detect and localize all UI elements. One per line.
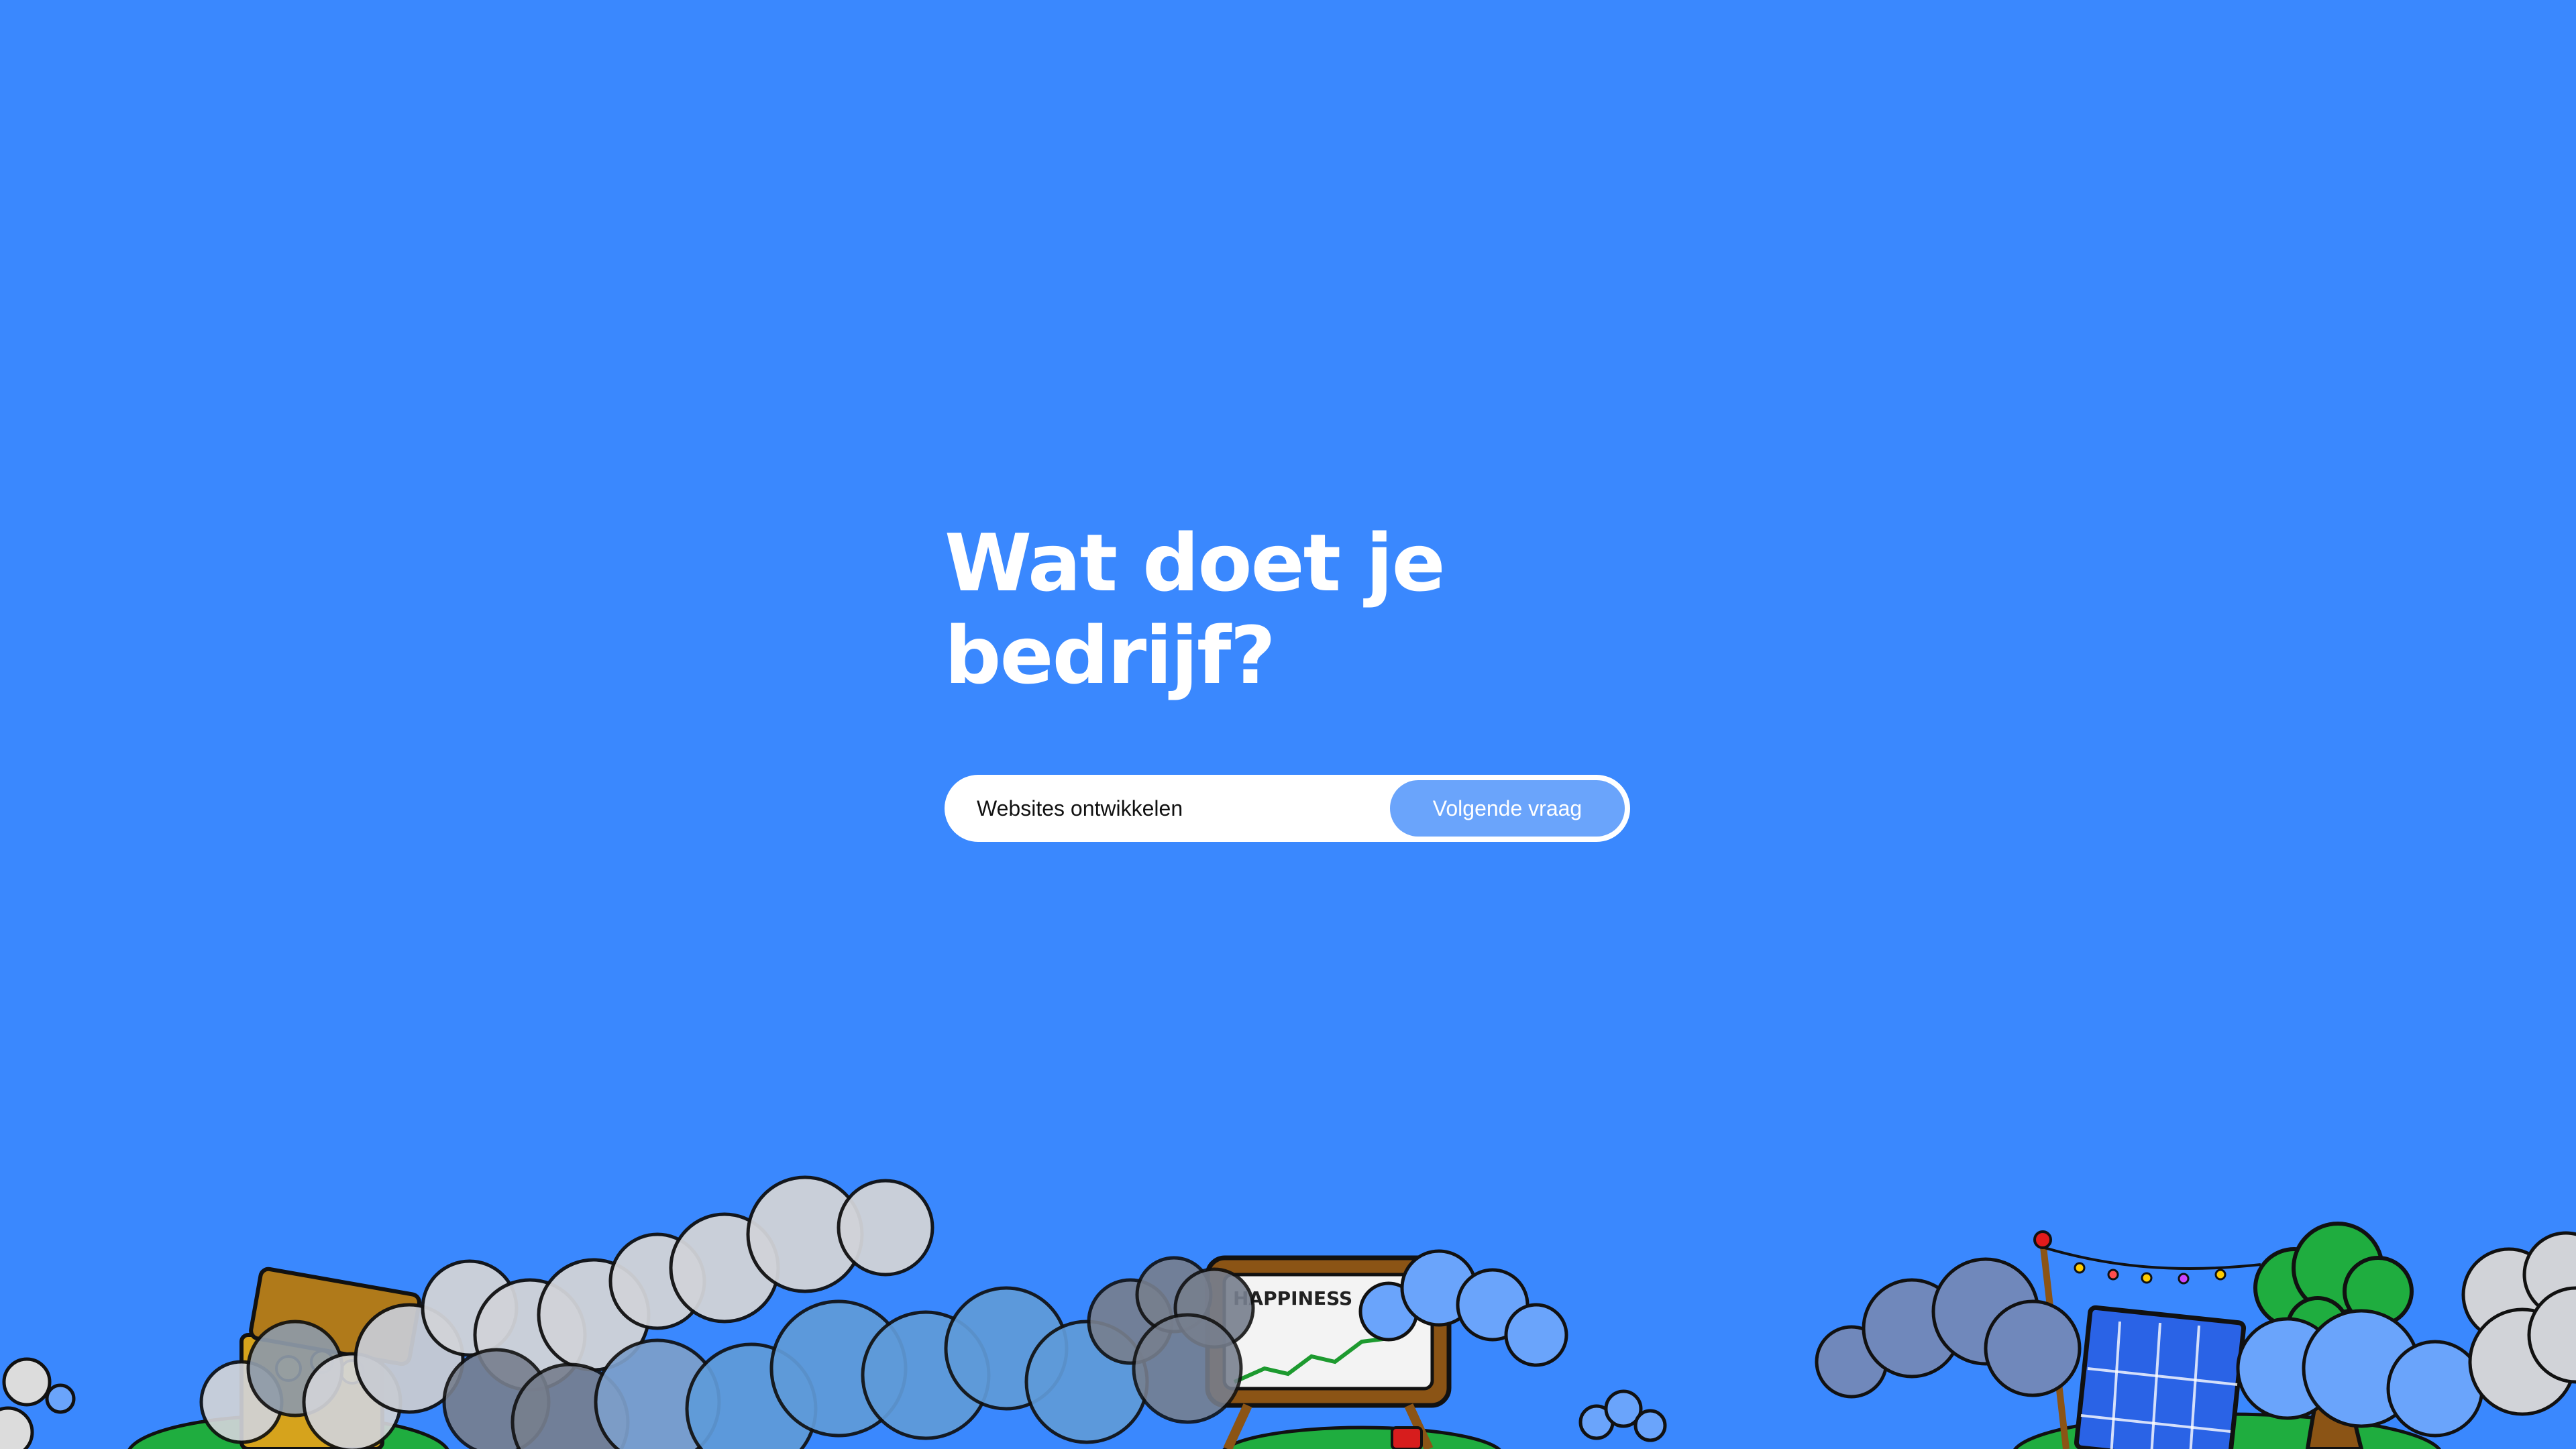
next-question-button[interactable]: Volgende vraag xyxy=(1390,780,1625,837)
answer-input[interactable] xyxy=(971,775,1387,842)
question-title: Wat doet je bedrijf? xyxy=(945,517,1454,702)
question-title-line-2: bedrijf? xyxy=(945,609,1276,702)
question-panel: Wat doet je bedrijf? Volgende vraag xyxy=(945,517,1635,842)
question-title-line-1: Wat doet je xyxy=(945,517,1446,609)
solar-panel-icon xyxy=(2074,1305,2247,1449)
landscape-illustration: HAPPINESS xyxy=(0,1175,2576,1449)
hill-center xyxy=(1222,1426,1501,1449)
answer-form: Volgende vraag xyxy=(945,775,1630,842)
cloud-group-left xyxy=(0,1175,1255,1449)
